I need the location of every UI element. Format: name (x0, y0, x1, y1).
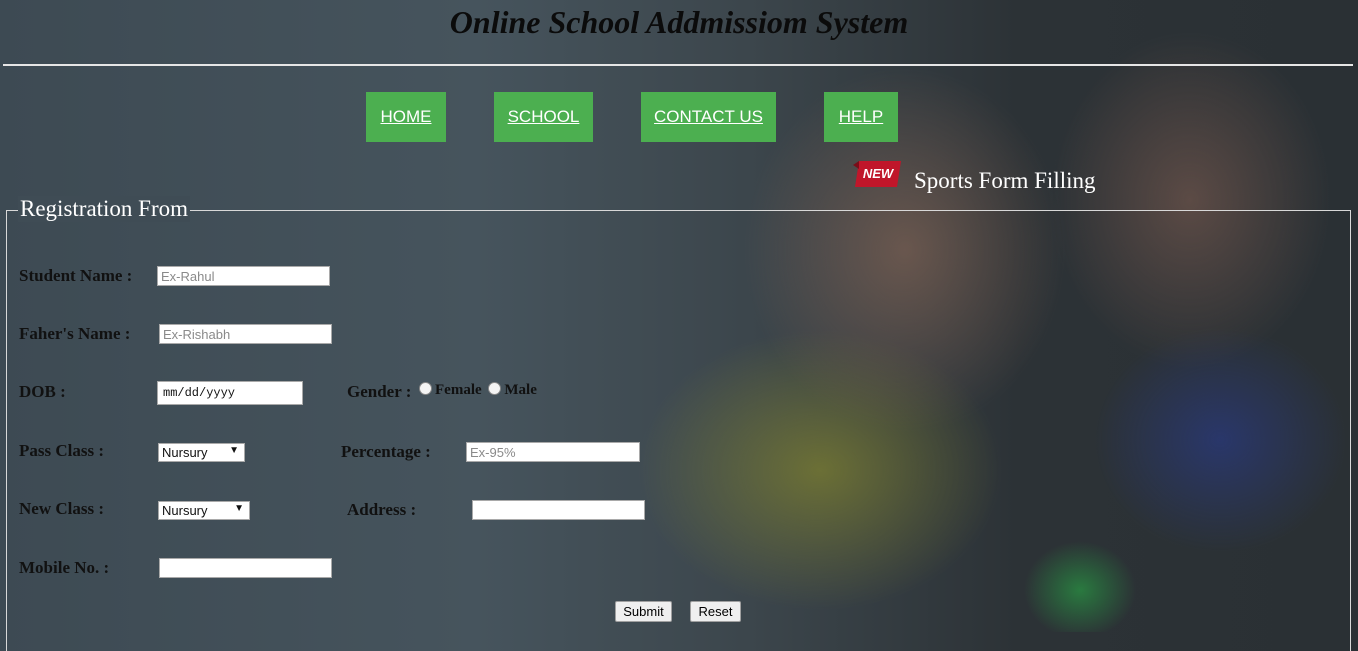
address-label: Address : (347, 500, 417, 519)
new-class-select[interactable]: Nursury ▼ (158, 501, 250, 520)
address-input[interactable] (472, 500, 645, 520)
student-name-label: Student Name : (19, 266, 133, 285)
page-title: Online School Addmissiom System (449, 4, 909, 40)
dropdown-arrow-icon: ▼ (229, 445, 239, 456)
new-class-value: Nursury (162, 503, 208, 518)
dob-label: DOB : (19, 382, 66, 401)
gender-options: Female Male (419, 382, 537, 399)
reset-button[interactable]: Reset (690, 601, 741, 622)
male-label: Male (504, 382, 537, 398)
new-badge-text: NEW (863, 166, 895, 181)
father-name-label: Faher's Name : (19, 324, 131, 343)
gender-label: Gender : (347, 382, 412, 401)
male-radio[interactable] (488, 382, 502, 396)
submit-button[interactable]: Submit (615, 601, 672, 622)
nav-school[interactable]: SCHOOL (494, 92, 593, 142)
student-name-input[interactable] (157, 266, 330, 286)
dob-input[interactable]: mm/dd/yyyy (157, 381, 303, 405)
pass-class-select[interactable]: Nursury ▼ (158, 443, 245, 462)
percentage-input[interactable] (466, 442, 640, 462)
female-radio[interactable] (419, 382, 432, 396)
news-link[interactable]: Sports Form Filling (914, 168, 1095, 194)
nav-help[interactable]: HELP (824, 92, 898, 142)
dropdown-arrow-icon: ▼ (234, 503, 244, 514)
father-name-input[interactable] (159, 324, 332, 344)
mobile-input[interactable] (159, 558, 332, 578)
nav-contact-us[interactable]: CONTACT US (641, 92, 776, 142)
nav-home[interactable]: HOME (366, 92, 446, 142)
header-divider (3, 64, 1353, 66)
percentage-label: Percentage : (341, 442, 431, 461)
new-badge-icon: NEW (853, 161, 901, 187)
mobile-label: Mobile No. : (19, 558, 110, 577)
registration-legend: Registration From (18, 196, 191, 222)
pass-class-label: Pass Class : (19, 441, 105, 460)
pass-class-value: Nursury (162, 445, 208, 460)
new-class-label: New Class : (19, 499, 104, 518)
female-label: Female (435, 382, 482, 398)
